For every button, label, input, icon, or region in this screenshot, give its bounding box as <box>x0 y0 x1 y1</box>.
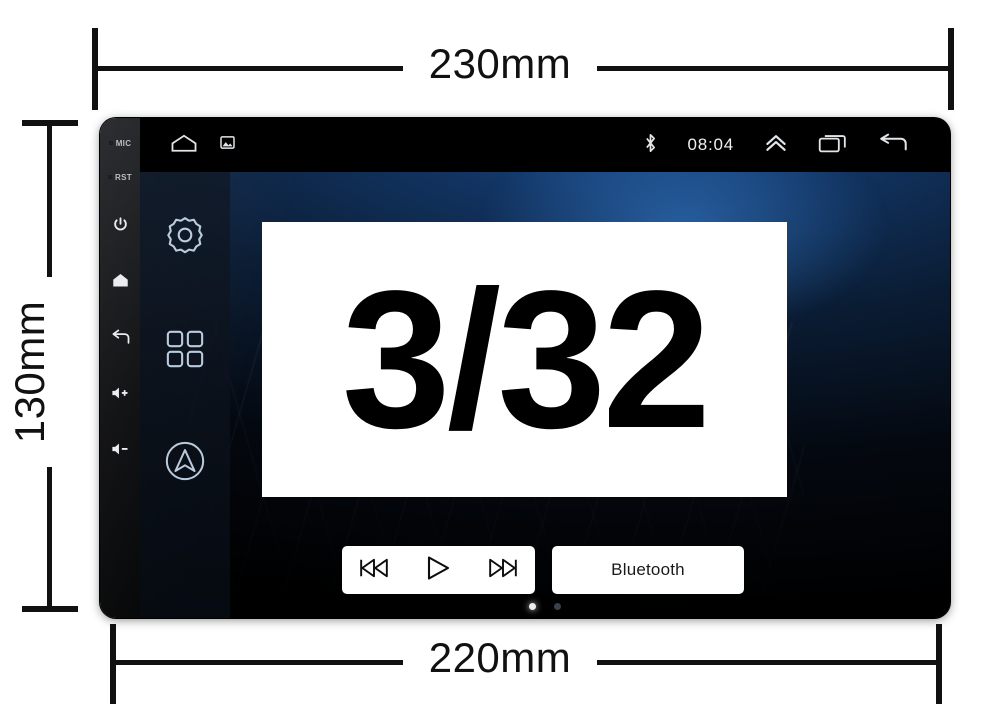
bezel-power-button[interactable] <box>100 210 140 244</box>
home-icon <box>112 273 129 293</box>
status-bar-clock: 08:04 <box>687 135 734 154</box>
back-arrow-icon[interactable] <box>878 133 908 158</box>
bezel-reset-label: RST <box>115 172 132 182</box>
back-arrow-icon <box>111 329 130 350</box>
bluetooth-icon <box>644 133 657 158</box>
microphone-hole-icon <box>108 141 113 145</box>
bezel-back-button[interactable] <box>100 322 140 356</box>
left-dimension-value: 130mm <box>6 276 53 468</box>
bezel-volume-up-button[interactable] <box>100 378 140 412</box>
previous-track-icon <box>359 557 389 584</box>
media-controls-card <box>342 546 535 594</box>
bottom-dimension-label: 220mm <box>0 634 1000 682</box>
bottom-dimension-value: 220mm <box>402 634 598 681</box>
sidebar-item-apps[interactable] <box>158 324 212 378</box>
next-track-button[interactable] <box>480 550 526 590</box>
bezel-mic: MIC <box>100 126 140 160</box>
bluetooth-label: Bluetooth <box>611 560 685 579</box>
next-track-icon <box>488 557 518 584</box>
page-indicator <box>140 603 950 610</box>
bluetooth-label-card[interactable]: Bluetooth <box>552 546 744 594</box>
sidebar-item-settings[interactable] <box>158 210 212 264</box>
home-icon[interactable] <box>170 134 198 157</box>
volume-down-icon <box>111 442 129 461</box>
grid-apps-icon <box>165 329 205 374</box>
sidebar-item-navigation[interactable] <box>158 436 212 490</box>
status-bar-left-group <box>170 134 235 157</box>
page-dot-inactive[interactable] <box>554 603 561 610</box>
navigation-arrow-icon <box>163 439 207 488</box>
android-status-bar: 08:04 <box>140 118 950 172</box>
screenshot-icon[interactable] <box>220 136 235 154</box>
play-icon <box>425 555 451 586</box>
bezel-mic-label: MIC <box>115 138 132 148</box>
top-dimension-value: 230mm <box>402 40 598 87</box>
gear-icon <box>164 214 206 261</box>
top-dimension-label: 230mm <box>0 40 1000 88</box>
play-button[interactable] <box>415 550 461 590</box>
power-icon <box>112 216 129 238</box>
recents-icon[interactable] <box>818 133 848 158</box>
bezel-volume-down-button[interactable] <box>100 434 140 468</box>
device-side-button-strip: MIC RST <box>100 118 140 618</box>
product-dimension-diagram: 230mm 130mm 220mm MIC RST 08:04 Bluetoot… <box>0 0 1000 706</box>
reset-hole-icon[interactable] <box>108 175 113 179</box>
left-dimension-label: 130mm <box>6 127 54 617</box>
page-dot-active[interactable] <box>529 603 536 610</box>
spec-overlay-text: 3/32 <box>341 249 711 469</box>
bezel-reset-button[interactable]: RST <box>100 160 140 194</box>
status-bar-right-group: 08:04 <box>644 133 908 158</box>
spec-overlay-panel: 3/32 <box>262 222 787 497</box>
previous-track-button[interactable] <box>351 550 397 590</box>
volume-up-icon <box>111 386 129 405</box>
chevron-up-icon[interactable] <box>764 133 788 158</box>
bezel-home-button[interactable] <box>100 266 140 300</box>
